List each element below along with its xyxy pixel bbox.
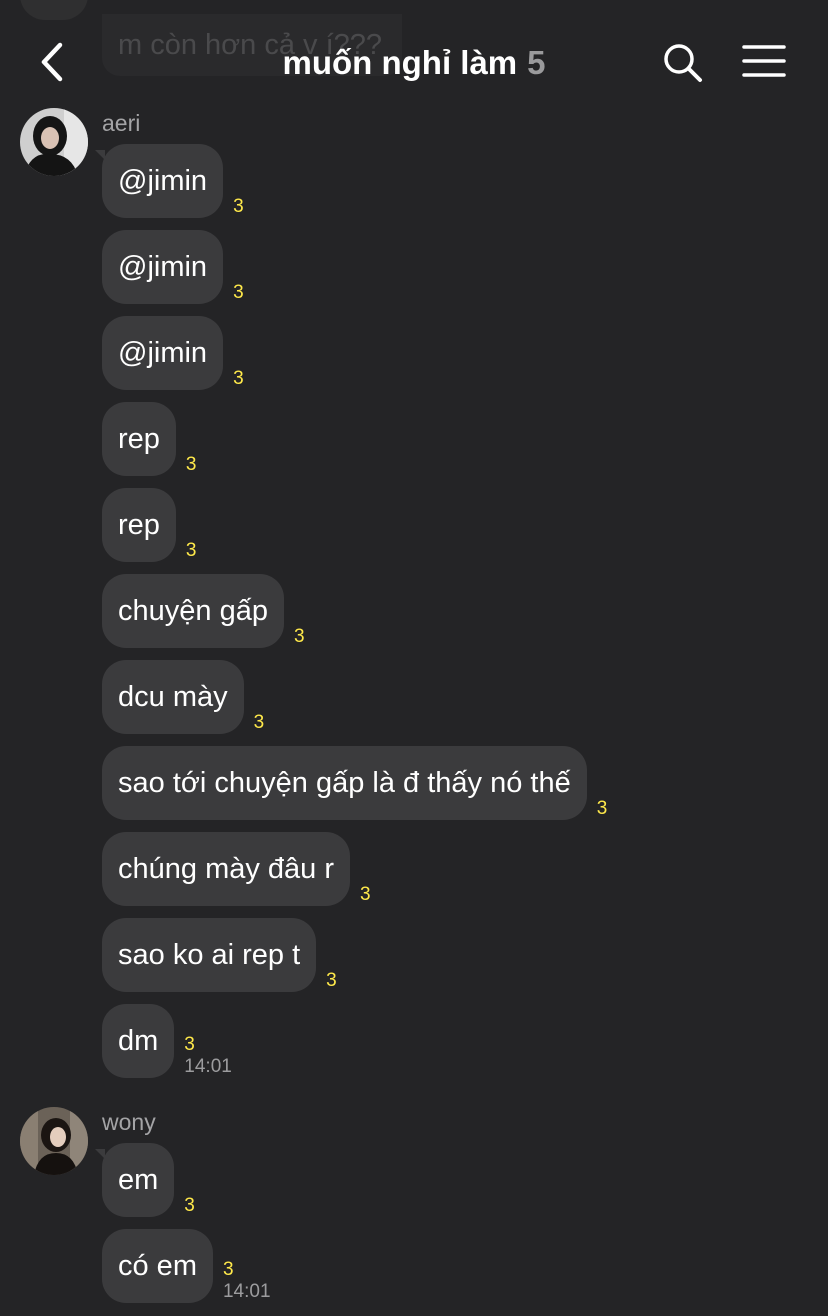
message-bubble[interactable]: sao ko ai rep t bbox=[102, 918, 317, 992]
message-row: @jimin 3 bbox=[94, 144, 244, 218]
message-row: sao tới chuyện gấp là đ thấy nó thế 3 bbox=[102, 746, 607, 820]
unread-count: 3 bbox=[184, 1034, 195, 1055]
message-time: 14:01 bbox=[184, 1056, 232, 1077]
avatar-wony[interactable] bbox=[20, 1107, 88, 1175]
chat-name: muốn nghỉ làm bbox=[282, 44, 518, 81]
menu-icon bbox=[742, 45, 786, 77]
search-button[interactable] bbox=[662, 42, 704, 84]
message-row: chuyện gấp 3 bbox=[102, 574, 305, 648]
message-row: chúng mày đâu r 3 bbox=[102, 832, 371, 906]
message-bubble[interactable]: có em bbox=[102, 1229, 213, 1303]
message-row: có em 3 14:01 bbox=[102, 1229, 271, 1303]
sender-name: wony bbox=[102, 1109, 156, 1135]
message-bubble[interactable]: @jimin bbox=[94, 144, 224, 218]
message-row: dcu mày 3 bbox=[102, 660, 264, 734]
message-bubble[interactable]: sao tới chuyện gấp là đ thấy nó thế bbox=[102, 746, 587, 820]
message-bubble[interactable]: rep bbox=[102, 488, 176, 562]
message-row: em 3 bbox=[94, 1143, 195, 1217]
unread-count: 3 bbox=[253, 712, 265, 733]
avatar-aeri[interactable] bbox=[20, 108, 88, 176]
unread-count: 3 bbox=[233, 368, 244, 389]
unread-count: 3 bbox=[233, 282, 244, 303]
unread-count: 3 bbox=[185, 540, 197, 561]
message-time: 14:01 bbox=[222, 1281, 271, 1302]
unread-count: 3 bbox=[233, 196, 244, 217]
unread-count: 3 bbox=[326, 970, 337, 991]
message-bubble[interactable]: rep bbox=[102, 402, 176, 476]
message-bubble[interactable]: dcu mày bbox=[102, 660, 244, 734]
unread-count: 3 bbox=[222, 1259, 234, 1280]
member-count: 5 bbox=[527, 44, 546, 81]
message-bubble[interactable]: chuyện gấp bbox=[102, 574, 284, 648]
message-bubble[interactable]: @jimin bbox=[102, 230, 224, 304]
message-bubble[interactable]: chúng mày đâu r bbox=[102, 832, 351, 906]
unread-count: 3 bbox=[293, 626, 305, 647]
chat-header: muốn nghỉ làm 5 bbox=[0, 0, 828, 104]
message-bubble[interactable]: em bbox=[94, 1143, 175, 1217]
message-bubble[interactable]: dm bbox=[102, 1004, 175, 1078]
menu-button[interactable] bbox=[742, 44, 786, 78]
message-row: rep 3 bbox=[102, 402, 197, 476]
message-row: dm 3 14:01 bbox=[102, 1004, 232, 1078]
unread-count: 3 bbox=[185, 454, 197, 475]
message-row: @jimin 3 bbox=[102, 316, 244, 390]
message-row: @jimin 3 bbox=[102, 230, 244, 304]
message-bubble[interactable]: @jimin bbox=[102, 316, 224, 390]
unread-count: 3 bbox=[184, 1195, 195, 1216]
unread-count: 3 bbox=[596, 798, 608, 819]
search-icon bbox=[664, 44, 702, 82]
sender-name: aeri bbox=[102, 110, 141, 136]
message-row: sao ko ai rep t 3 bbox=[102, 918, 337, 992]
unread-count: 3 bbox=[360, 884, 371, 905]
message-row: rep 3 bbox=[102, 488, 197, 562]
